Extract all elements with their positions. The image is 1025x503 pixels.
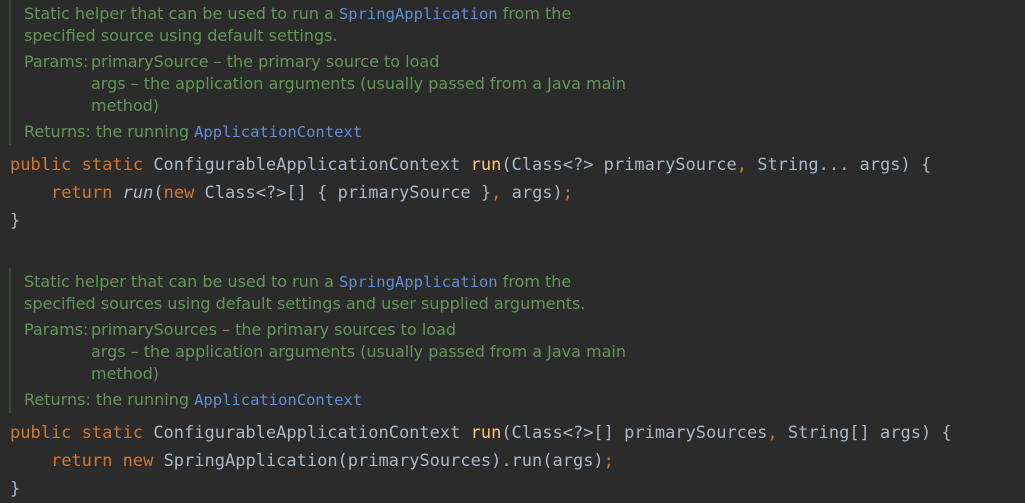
editor[interactable]: { "docs": [ { "desc1_pre": "Static helpe… (0, 0, 1025, 503)
code-line-close-2[interactable]: } (10, 476, 20, 502)
code-block-2[interactable]: public static ConfigurableApplicationCon… (0, 420, 952, 502)
code-line-body-2[interactable]: return new SpringApplication(primarySour… (10, 448, 614, 474)
doc-link-springapplication[interactable]: SpringApplication (339, 5, 498, 23)
code-line-signature-1[interactable]: public static ConfigurableApplicationCon… (10, 152, 931, 178)
doc-description-line-1: Static helper that can be used to run a … (24, 272, 572, 291)
doc-link-applicationcontext[interactable]: ApplicationContext (194, 391, 362, 409)
doc-gutter-bar (9, 268, 11, 413)
doc-description-line-1: Static helper that can be used to run a … (24, 4, 572, 23)
doc-returns: Returns: the running ApplicationContext (24, 390, 363, 409)
doc-param-2: args – the application arguments (usuall… (91, 342, 627, 361)
javadoc-block-2: Static helper that can be used to run a … (0, 268, 626, 413)
doc-params-label: Params: (24, 52, 89, 71)
doc-param-1: primarySource – the primary source to lo… (91, 52, 440, 71)
doc-description-line-2: specified sources using default settings… (24, 294, 586, 313)
code-line-close-1[interactable]: } (10, 208, 20, 234)
doc-link-applicationcontext[interactable]: ApplicationContext (194, 123, 362, 141)
doc-returns: Returns: the running ApplicationContext (24, 122, 363, 141)
javadoc-block-1: Static helper that can be used to run a … (0, 0, 626, 145)
doc-param-1: primarySources – the primary sources to … (91, 320, 457, 339)
doc-description-line-2: specified source using default settings. (24, 26, 338, 45)
doc-link-springapplication[interactable]: SpringApplication (339, 273, 498, 291)
doc-gutter-bar (9, 0, 11, 145)
doc-params-label: Params: (24, 320, 89, 339)
doc-param-2-cont: method) (91, 96, 160, 115)
doc-param-2: args – the application arguments (usuall… (91, 74, 627, 93)
code-line-body-1[interactable]: return run(new Class<?>[] { primarySourc… (10, 180, 573, 206)
code-block-1[interactable]: public static ConfigurableApplicationCon… (0, 152, 931, 234)
doc-param-2-cont: method) (91, 364, 160, 383)
code-line-signature-2[interactable]: public static ConfigurableApplicationCon… (10, 420, 952, 446)
